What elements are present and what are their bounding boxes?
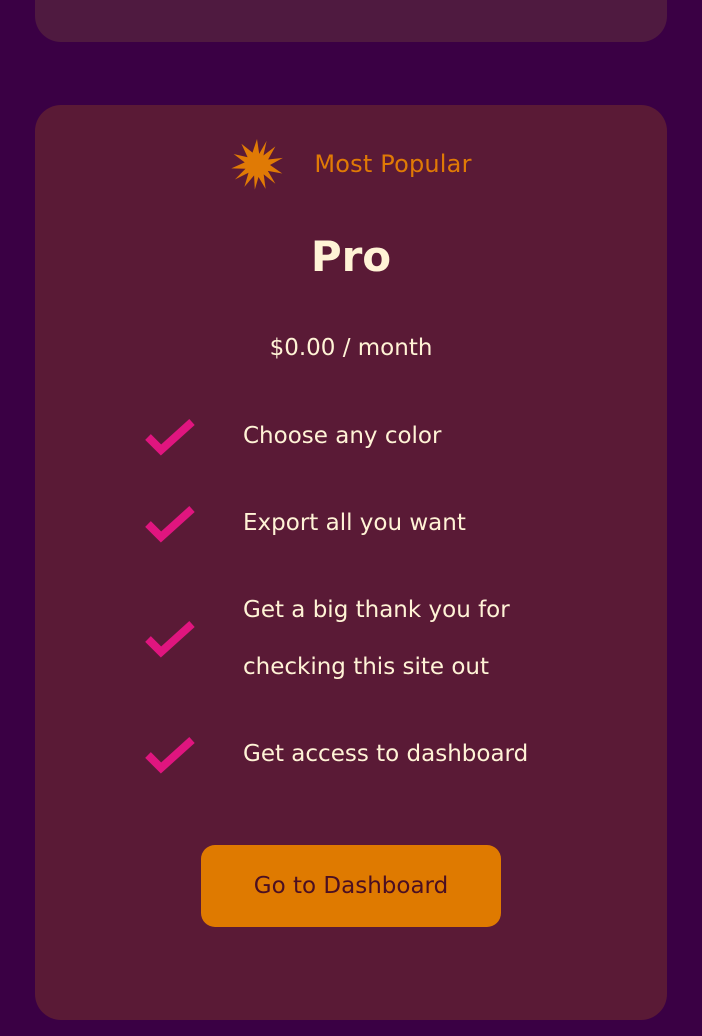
go-to-dashboard-button[interactable]: Go to Dashboard xyxy=(201,845,501,927)
checkmark-icon xyxy=(145,621,195,658)
checkmark-icon xyxy=(145,737,195,774)
previous-pricing-card xyxy=(35,0,667,42)
pricing-page: Most Popular Pro $0.00 / month Choose an… xyxy=(0,0,702,1036)
checkmark-icon xyxy=(145,419,195,456)
badge-label: Most Popular xyxy=(314,150,472,178)
most-popular-badge: Most Popular xyxy=(0,136,702,192)
feature-item: Get access to dashboard xyxy=(243,741,529,767)
plan-price: $0.00 / month xyxy=(269,335,433,361)
checkmark-icon xyxy=(145,506,195,543)
feature-item: Get a big thank you for checking this si… xyxy=(243,597,510,680)
feature-item: Choose any color xyxy=(243,423,442,449)
plan-title: Pro xyxy=(310,232,392,281)
starburst-icon xyxy=(231,139,284,190)
feature-item: Export all you want xyxy=(243,510,466,536)
